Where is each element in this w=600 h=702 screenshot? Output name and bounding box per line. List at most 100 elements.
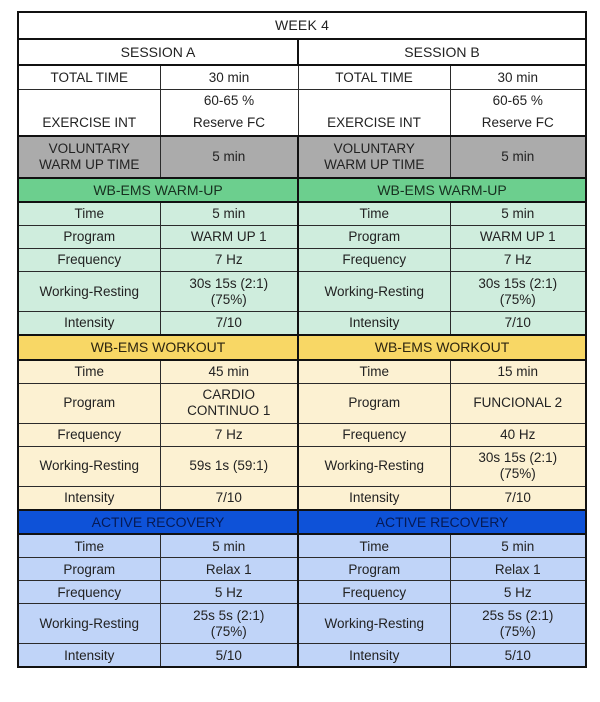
session-b-warmup-time-value: 5 min xyxy=(449,201,587,227)
total-time-row: TOTAL TIME 30 min TOTAL TIME 30 min xyxy=(17,64,587,90)
session-b-workout-frequency-label: Frequency xyxy=(297,422,451,447)
recovery-section-header-row: ACTIVE RECOVERY ACTIVE RECOVERY xyxy=(17,508,587,536)
session-a-workout-time-value: 45 min xyxy=(159,359,299,384)
session-b-recovery-time-value: 5 min xyxy=(449,533,587,559)
session-b-workout-working-resting-label: Working-Resting xyxy=(297,445,451,487)
session-b-workout-intensity-label: Intensity xyxy=(297,485,451,511)
session-b-warmup-header: WB-EMS WARM-UP xyxy=(297,176,587,204)
session-a-total-time-label: TOTAL TIME xyxy=(17,64,161,90)
session-a-intensity-percent: 60-65 % xyxy=(159,89,299,112)
warmup-intensity-row: Intensity 7/10 Intensity 7/10 xyxy=(17,311,587,337)
recovery-frequency-row: Frequency 5 Hz Frequency 5 Hz xyxy=(17,580,587,605)
session-a-workout-working-resting-label: Working-Resting xyxy=(17,445,161,487)
session-b-voluntary-value: 5 min xyxy=(449,134,587,179)
workout-intensity-row: Intensity 7/10 Intensity 7/10 xyxy=(17,485,587,511)
session-a-workout-frequency-value: 7 Hz xyxy=(159,422,299,447)
session-a-recovery-frequency-label: Frequency xyxy=(17,580,161,605)
session-a-warmup-working-resting-value: 30s 15s (2:1) (75%) xyxy=(159,271,299,313)
session-b-spacer-cell xyxy=(297,89,451,112)
warmup-frequency-row: Frequency 7 Hz Frequency 7 Hz xyxy=(17,248,587,273)
workout-time-row: Time 45 min Time 15 min xyxy=(17,359,587,384)
workout-section-header-row: WB-EMS WORKOUT WB-EMS WORKOUT xyxy=(17,334,587,361)
session-b-title: SESSION B xyxy=(297,38,587,66)
session-b-warmup-intensity-value: 7/10 xyxy=(449,311,587,337)
training-program-sheet: WEEK 4 SESSION A SESSION B TOTAL TIME 30… xyxy=(0,0,600,702)
session-b-warmup-time-label: Time xyxy=(297,201,451,227)
session-b-workout-working-resting-value: 30s 15s (2:1) (75%) xyxy=(449,445,587,487)
session-b-exercise-int-value: Reserve FC xyxy=(449,111,587,137)
session-b-recovery-header: ACTIVE RECOVERY xyxy=(297,508,587,536)
session-a-workout-time-label: Time xyxy=(17,359,161,384)
session-a-warmup-time-value: 5 min xyxy=(159,201,299,227)
session-a-spacer-cell xyxy=(17,89,161,112)
exercise-intensity-row: EXERCISE INT Reserve FC EXERCISE INT Res… xyxy=(17,111,587,137)
session-a-warmup-time-label: Time xyxy=(17,201,161,227)
session-b-workout-header: WB-EMS WORKOUT xyxy=(297,334,587,361)
exercise-intensity-percent-row: 60-65 % 60-65 % xyxy=(17,89,587,112)
session-a-workout-working-resting-value: 59s 1s (59:1) xyxy=(159,445,299,487)
session-b-total-time-label: TOTAL TIME xyxy=(297,64,451,90)
session-a-title: SESSION A xyxy=(17,38,299,66)
session-a-recovery-time-label: Time xyxy=(17,533,161,559)
session-a-voluntary-value: 5 min xyxy=(159,134,299,179)
session-a-workout-intensity-label: Intensity xyxy=(17,485,161,511)
recovery-intensity-row: Intensity 5/10 Intensity 5/10 xyxy=(17,643,587,669)
recovery-program-row: Program Relax 1 Program Relax 1 xyxy=(17,557,587,582)
session-a-warmup-intensity-value: 7/10 xyxy=(159,311,299,337)
warmup-time-row: Time 5 min Time 5 min xyxy=(17,201,587,227)
session-b-recovery-intensity-value: 5/10 xyxy=(449,643,587,669)
page-title: WEEK 4 xyxy=(17,11,587,40)
session-b-workout-time-value: 15 min xyxy=(449,359,587,384)
session-b-recovery-working-resting-value: 25s 5s (2:1) (75%) xyxy=(449,603,587,645)
session-b-warmup-frequency-label: Frequency xyxy=(297,248,451,273)
workout-working-resting-row: Working-Resting 59s 1s (59:1) Working-Re… xyxy=(17,445,587,487)
session-b-recovery-program-value: Relax 1 xyxy=(449,557,587,582)
session-b-warmup-frequency-value: 7 Hz xyxy=(449,248,587,273)
session-a-recovery-intensity-value: 5/10 xyxy=(159,643,299,669)
session-a-exercise-int-value: Reserve FC xyxy=(159,111,299,137)
workout-program-row: Program CARDIO CONTINUO 1 Program FUNCIO… xyxy=(17,382,587,424)
weekly-program-table: WEEK 4 SESSION A SESSION B TOTAL TIME 30… xyxy=(17,11,588,669)
voluntary-warmup-row: VOLUNTARY WARM UP TIME 5 min VOLUNTARY W… xyxy=(17,134,587,179)
session-a-recovery-intensity-label: Intensity xyxy=(17,643,161,669)
session-b-workout-intensity-value: 7/10 xyxy=(449,485,587,511)
session-b-voluntary-label: VOLUNTARY WARM UP TIME xyxy=(297,134,451,179)
session-a-recovery-working-resting-label: Working-Resting xyxy=(17,603,161,645)
session-a-workout-program-value: CARDIO CONTINUO 1 xyxy=(159,382,299,424)
session-b-intensity-percent: 60-65 % xyxy=(449,89,587,112)
session-b-total-time-value: 30 min xyxy=(449,64,587,90)
session-a-recovery-time-value: 5 min xyxy=(159,533,299,559)
workout-frequency-row: Frequency 7 Hz Frequency 40 Hz xyxy=(17,422,587,447)
session-a-total-time-value: 30 min xyxy=(159,64,299,90)
session-a-workout-intensity-value: 7/10 xyxy=(159,485,299,511)
session-a-warmup-header: WB-EMS WARM-UP xyxy=(17,176,299,204)
session-b-recovery-program-label: Program xyxy=(297,557,451,582)
session-a-workout-frequency-label: Frequency xyxy=(17,422,161,447)
session-a-voluntary-label: VOLUNTARY WARM UP TIME xyxy=(17,134,161,179)
session-a-warmup-working-resting-label: Working-Resting xyxy=(17,271,161,313)
session-b-warmup-working-resting-label: Working-Resting xyxy=(297,271,451,313)
recovery-time-row: Time 5 min Time 5 min xyxy=(17,533,587,559)
session-b-warmup-program-label: Program xyxy=(297,225,451,250)
session-b-workout-frequency-value: 40 Hz xyxy=(449,422,587,447)
session-b-exercise-int-label: EXERCISE INT xyxy=(297,111,451,137)
session-b-recovery-working-resting-label: Working-Resting xyxy=(297,603,451,645)
session-b-warmup-program-value: WARM UP 1 xyxy=(449,225,587,250)
session-b-workout-program-label: Program xyxy=(297,382,451,424)
session-a-recovery-frequency-value: 5 Hz xyxy=(159,580,299,605)
session-b-recovery-intensity-label: Intensity xyxy=(297,643,451,669)
session-b-warmup-intensity-label: Intensity xyxy=(297,311,451,337)
session-a-recovery-program-label: Program xyxy=(17,557,161,582)
session-a-warmup-intensity-label: Intensity xyxy=(17,311,161,337)
session-b-recovery-frequency-label: Frequency xyxy=(297,580,451,605)
session-header-row: SESSION A SESSION B xyxy=(17,38,587,66)
session-a-warmup-frequency-value: 7 Hz xyxy=(159,248,299,273)
warmup-section-header-row: WB-EMS WARM-UP WB-EMS WARM-UP xyxy=(17,176,587,204)
session-b-workout-program-value: FUNCIONAL 2 xyxy=(449,382,587,424)
session-a-recovery-working-resting-value: 25s 5s (2:1) (75%) xyxy=(159,603,299,645)
week-title-text: WEEK 4 xyxy=(274,17,330,34)
session-a-warmup-frequency-label: Frequency xyxy=(17,248,161,273)
recovery-working-resting-row: Working-Resting 25s 5s (2:1) (75%) Worki… xyxy=(17,603,587,645)
warmup-working-resting-row: Working-Resting 30s 15s (2:1) (75%) Work… xyxy=(17,271,587,313)
warmup-program-row: Program WARM UP 1 Program WARM UP 1 xyxy=(17,225,587,250)
